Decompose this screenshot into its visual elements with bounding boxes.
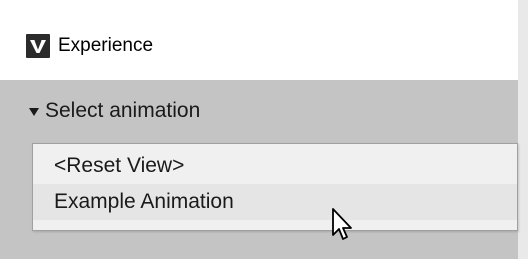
window-title: Experience — [58, 35, 154, 56]
scrollbar-edge — [518, 0, 528, 259]
screen: Experience Select animation <Reset View>… — [0, 0, 528, 259]
dropdown-item-example-animation[interactable]: Example Animation — [33, 184, 517, 220]
mouse-pointer-icon — [331, 207, 357, 243]
section-label[interactable]: Select animation — [45, 98, 200, 124]
animation-dropdown-list: <Reset View> Example Animation — [32, 143, 518, 231]
app-logo-icon — [26, 34, 50, 58]
triangle-down-icon[interactable] — [29, 108, 39, 116]
dropdown-item-reset-view[interactable]: <Reset View> — [33, 148, 517, 184]
title-bar: Experience — [0, 0, 528, 80]
